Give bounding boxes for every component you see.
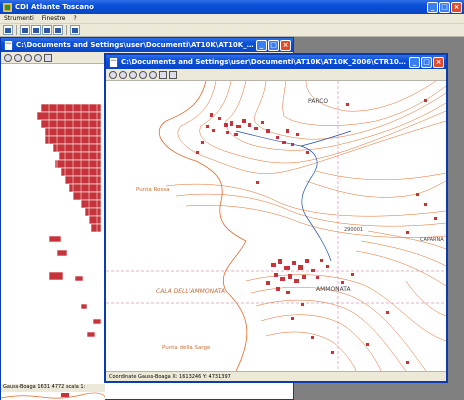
menu-bar: Strumenti Finestre ? xyxy=(0,14,464,24)
detail-maximize-button[interactable]: □ xyxy=(421,56,432,68)
toolbar-separator xyxy=(66,25,67,35)
document-icon xyxy=(109,57,118,67)
overview-maximize-button[interactable]: □ xyxy=(268,39,279,51)
bottom-map-canvas xyxy=(1,392,105,399)
contour-lines xyxy=(165,81,446,371)
open-file-button[interactable] xyxy=(3,25,13,35)
tile-grid xyxy=(36,103,102,338)
zoom-extents-icon[interactable] xyxy=(34,53,42,62)
mdi-area: C:\Documents and Settings\user\Documenti… xyxy=(0,37,464,400)
detail-minimize-button[interactable]: _ xyxy=(409,56,420,68)
zoom-window-icon[interactable] xyxy=(129,70,137,79)
print-button[interactable] xyxy=(20,25,30,35)
app-icon xyxy=(3,2,12,12)
overview-map-canvas xyxy=(36,103,102,338)
pan-icon[interactable] xyxy=(159,70,167,79)
maximize-button[interactable]: □ xyxy=(439,1,450,13)
detail-title: C:\Documents and Settings\user\Documenti… xyxy=(121,58,409,66)
layers-button[interactable] xyxy=(31,25,41,35)
app-titlebar: CDI Atlante Toscano _ □ × xyxy=(0,0,464,14)
select-icon[interactable] xyxy=(169,70,177,79)
zoom-out-icon[interactable] xyxy=(14,53,22,62)
detail-window: C:\Documents and Settings\user\Documenti… xyxy=(104,53,448,383)
document-icon xyxy=(4,40,13,50)
label-elevation: 290001 xyxy=(344,227,363,233)
buildings-north xyxy=(206,113,309,154)
overview-status: Gauss-Boaga 1631 4772 scala 1: xyxy=(1,384,105,392)
zoom-out-icon[interactable] xyxy=(119,70,127,79)
zoom-extents-icon[interactable] xyxy=(139,70,147,79)
overview-close-button[interactable]: × xyxy=(280,39,291,51)
menu-help[interactable]: ? xyxy=(73,15,76,22)
detail-titlebar: C:\Documents and Settings\user\Documenti… xyxy=(106,55,446,69)
zoom-window-icon[interactable] xyxy=(24,53,32,62)
main-toolbar xyxy=(0,24,464,37)
label-cala-ammonata: CALA DELL'AMMONATA xyxy=(156,288,225,295)
overview-titlebar: C:\Documents and Settings\user\Documenti… xyxy=(1,38,293,52)
menu-finestre[interactable]: Finestre xyxy=(42,15,66,22)
toolbar-separator xyxy=(16,25,17,35)
map-canvas: PARCO Punta Rossa CALA DELL'AMMONATA AMM… xyxy=(106,81,446,371)
overview-map[interactable] xyxy=(1,64,105,384)
pan-icon[interactable] xyxy=(44,53,52,62)
menu-strumenti[interactable]: Strumenti xyxy=(4,15,34,22)
map-viewport[interactable]: PARCO Punta Rossa CALA DELL'AMMONATA AMM… xyxy=(106,81,446,371)
info-button[interactable] xyxy=(70,25,80,35)
tile-button[interactable] xyxy=(42,25,52,35)
overview-bottom-map xyxy=(1,392,105,400)
overview-minimize-button[interactable]: _ xyxy=(256,39,267,51)
label-ammonata: AMMONATA xyxy=(316,286,352,293)
roads xyxy=(235,130,352,262)
zoom-previous-icon[interactable] xyxy=(149,70,157,79)
minimize-button[interactable]: _ xyxy=(427,1,438,13)
close-button[interactable]: × xyxy=(451,1,462,13)
label-caparna: CAPARNA xyxy=(420,237,444,243)
detail-toolbar xyxy=(106,69,446,81)
label-punta-sarge: Punta della Sarge xyxy=(162,345,211,351)
cascade-button[interactable] xyxy=(53,25,63,35)
label-punta-rossa: Punta Rossa xyxy=(136,187,170,193)
label-parco: PARCO xyxy=(308,98,328,105)
zoom-in-icon[interactable] xyxy=(109,70,117,79)
app-title: CDI Atlante Toscano xyxy=(15,3,94,11)
overview-title: C:\Documents and Settings\user\Documenti… xyxy=(16,41,256,49)
detail-status-bar: Coordinate Gauss-Boaga X: 1613246 Y: 473… xyxy=(106,371,446,381)
detail-close-button[interactable]: × xyxy=(433,56,444,68)
zoom-in-icon[interactable] xyxy=(4,53,12,62)
